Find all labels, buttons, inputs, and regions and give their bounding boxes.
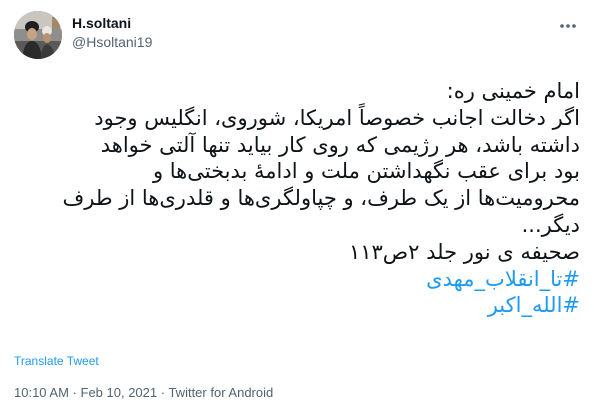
tweet-source[interactable]: Twitter for Android <box>168 385 273 400</box>
more-button[interactable] <box>556 16 580 36</box>
meta-separator: · <box>68 385 81 400</box>
avatar[interactable] <box>14 11 62 59</box>
tweet-line: دیگر... <box>521 212 580 237</box>
tweet-header: H.soltani @Hsoltani19 <box>14 10 580 59</box>
tweet-line: صحیفه ی نور جلد ۲ص۱۱۳ <box>348 239 580 264</box>
tweet-text: امام خمینی ره: اگر دخالت اجانب خصوصاً ام… <box>14 78 581 319</box>
meta-separator: · <box>157 385 169 400</box>
tweet-meta: 10:10 AM · Feb 10, 2021 · Twitter for An… <box>14 385 273 400</box>
tweet-line: محرومیت‌ها از یک طرف، و چپاولگری‌ها و قل… <box>62 186 581 211</box>
tweet-line: امام خمینی ره: <box>446 79 580 103</box>
translate-tweet-link[interactable]: Translate Tweet <box>14 354 99 368</box>
tweet-line: اگر دخالت اجانب خصوصاً امریکا، شوروی، ان… <box>94 105 580 130</box>
hashtag-link[interactable]: #تا_انقلاب_مهدی <box>14 266 580 293</box>
more-icon <box>560 24 576 28</box>
tweet-line: داشته باشد، هر رژیمی که روی کار بیاید تن… <box>100 132 580 157</box>
tweet-time[interactable]: 10:10 AM <box>14 385 69 400</box>
hashtag-link[interactable]: #الله_اکبر <box>14 292 580 319</box>
author-display-name[interactable]: H.soltani <box>72 14 152 32</box>
author-handle[interactable]: @Hsoltani19 <box>72 32 152 52</box>
author-names: H.soltani @Hsoltani19 <box>72 14 152 52</box>
tweet-line: بود برای عقب نگهداشتن ملت و ادامهٔ بدبخت… <box>152 159 580 184</box>
tweet-date[interactable]: Feb 10, 2021 <box>81 385 158 400</box>
